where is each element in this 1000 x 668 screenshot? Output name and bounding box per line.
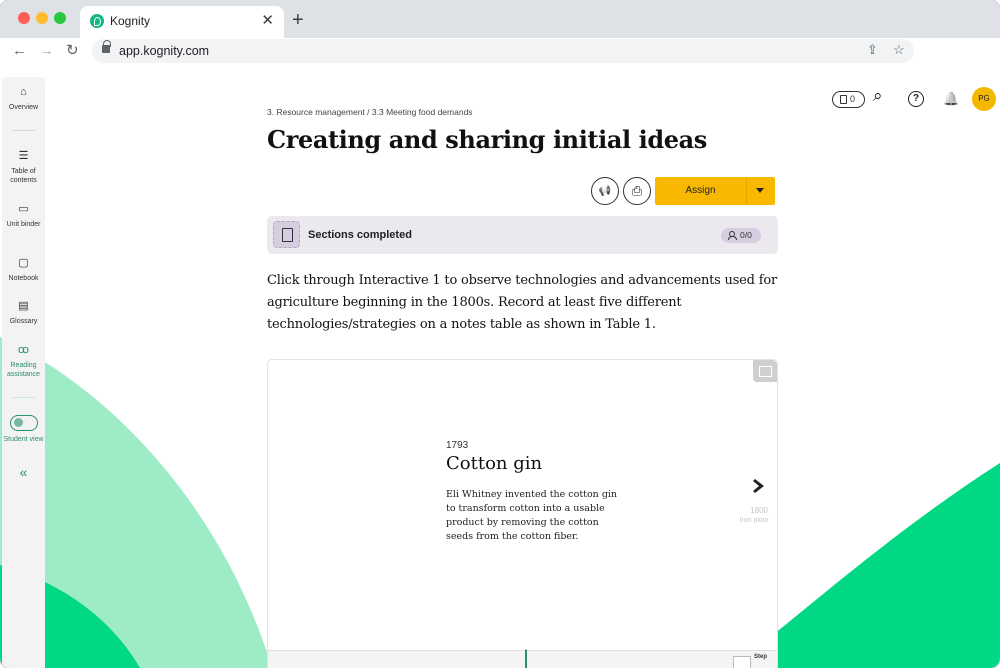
completion-badge: 0/0 bbox=[721, 228, 761, 243]
sidebar-item-table-of-contents[interactable]: ☰ Table of contents bbox=[2, 149, 45, 185]
tab-strip: Kognity ✕ + bbox=[0, 0, 1000, 38]
assign-button-group: Assign bbox=[655, 177, 775, 205]
home-icon: ⌂ bbox=[20, 86, 27, 98]
timeline-tick bbox=[520, 644, 532, 650]
url-text: app.kognity.com bbox=[119, 44, 210, 58]
person-check-icon bbox=[728, 231, 737, 240]
minimize-window-button[interactable] bbox=[36, 12, 48, 24]
avatar[interactable]: PG bbox=[972, 87, 996, 111]
timeline-strip[interactable] bbox=[268, 650, 777, 668]
next-item-title: Iron plow bbox=[739, 517, 768, 524]
sidebar-collapse-button[interactable]: « bbox=[2, 465, 45, 479]
sidebar-item-glossary[interactable]: ▤ Glossary bbox=[2, 299, 45, 326]
printer-icon: ⎙ bbox=[631, 183, 643, 198]
timeline-item-description: Eli Whitney invented the cotton gin to t… bbox=[446, 489, 618, 542]
address-bar[interactable]: app.kognity.com ⇪ ☆ bbox=[92, 39, 914, 63]
assignments-counter[interactable]: 0 bbox=[832, 91, 865, 108]
sidebar-item-label: Overview bbox=[8, 104, 39, 111]
next-item-year: 1800 bbox=[750, 506, 768, 515]
sidebar-divider bbox=[12, 130, 35, 131]
kognity-favicon-icon bbox=[90, 14, 104, 28]
list-icon: ☰ bbox=[18, 150, 29, 162]
lock-icon bbox=[102, 40, 111, 53]
bell-icon[interactable]: 🔔 bbox=[943, 90, 959, 108]
glasses-icon: ꝏ bbox=[17, 344, 30, 356]
sidebar-item-student-view[interactable]: Student view bbox=[2, 415, 45, 444]
search-icon[interactable]: ⌕ bbox=[873, 87, 883, 105]
breadcrumb[interactable]: 3. Resource management / 3.3 Meeting foo… bbox=[267, 107, 473, 117]
folder-icon: ▭ bbox=[18, 203, 29, 215]
share-icon[interactable]: ⇪ bbox=[867, 42, 878, 58]
sections-completed-bar[interactable]: Sections completed 0/0 bbox=[267, 216, 778, 254]
new-tab-button[interactable]: + bbox=[292, 9, 304, 31]
maximize-window-button[interactable] bbox=[54, 12, 66, 24]
strip-thumbnail[interactable] bbox=[733, 656, 751, 668]
browser-tab[interactable]: Kognity ✕ bbox=[80, 6, 284, 38]
browser-toolbar: ← → ↻ app.kognity.com ⇪ ☆ bbox=[0, 38, 1000, 65]
browser-window: Kognity ✕ + ← → ↻ app.kognity.com ⇪ ☆ ⌂ … bbox=[0, 0, 1000, 668]
book-icon bbox=[273, 221, 300, 248]
kognity-page: ⌂ Overview ☰ Table of contents ▭ Unit bi… bbox=[0, 65, 1000, 668]
chevron-right-shape bbox=[753, 479, 764, 493]
chevron-down-icon[interactable] bbox=[756, 188, 764, 193]
double-chevron-left-icon: « bbox=[19, 464, 28, 480]
tab-close-icon[interactable]: ✕ bbox=[261, 12, 274, 30]
sidebar-divider bbox=[12, 397, 35, 398]
sidebar-item-notebook[interactable]: ▢ Notebook bbox=[2, 256, 45, 283]
intro-paragraph: Click through Interactive 1 to observe t… bbox=[267, 273, 777, 332]
assignments-count: 0 bbox=[850, 94, 856, 104]
sidebar-item-label: Glossary bbox=[9, 318, 38, 325]
sidebar-item-overview[interactable]: ⌂ Overview bbox=[2, 85, 45, 112]
assign-divider bbox=[746, 177, 747, 205]
left-sidebar: ⌂ Overview ☰ Table of contents ▭ Unit bi… bbox=[2, 77, 45, 668]
clipboard-icon bbox=[840, 95, 847, 104]
student-view-toggle[interactable] bbox=[9, 415, 38, 431]
strip-label: Step bbox=[754, 654, 768, 660]
page-title: Creating and sharing initial ideas bbox=[267, 125, 707, 154]
forward-button[interactable]: → bbox=[39, 40, 54, 62]
fullscreen-icon[interactable] bbox=[753, 360, 777, 382]
sidebar-item-label: Reading assistance bbox=[6, 362, 41, 378]
tab-title: Kognity bbox=[110, 14, 151, 28]
sidebar-item-label: Unit binder bbox=[6, 221, 41, 228]
completion-count: 0/0 bbox=[740, 230, 752, 240]
sidebar-item-label: Student view bbox=[3, 436, 44, 443]
help-icon[interactable]: ? bbox=[908, 91, 924, 107]
bookmark-star-icon[interactable]: ☆ bbox=[893, 42, 905, 58]
sections-completed-label: Sections completed bbox=[308, 229, 412, 241]
assign-button[interactable]: Assign bbox=[655, 177, 746, 205]
close-window-button[interactable] bbox=[18, 12, 30, 24]
glossary-book-icon: ▤ bbox=[18, 300, 29, 312]
reload-button[interactable]: ↻ bbox=[66, 40, 79, 62]
interactive-timeline[interactable]: 1793 Cotton gin Eli Whitney invented the… bbox=[267, 359, 778, 668]
print-button[interactable]: ⎙ bbox=[623, 177, 651, 205]
sidebar-item-reading-assistance[interactable]: ꝏ Reading assistance bbox=[2, 343, 45, 379]
sidebar-item-label: Notebook bbox=[8, 275, 39, 282]
chevron-right-icon[interactable] bbox=[753, 478, 766, 494]
timeline-item-year: 1793 bbox=[446, 440, 469, 451]
announce-button[interactable]: 📢 bbox=[591, 177, 619, 205]
megaphone-icon: 📢 bbox=[598, 186, 612, 197]
sidebar-item-unit-binder[interactable]: ▭ Unit binder bbox=[2, 202, 45, 229]
notebook-icon: ▢ bbox=[18, 257, 29, 269]
back-button[interactable]: ← bbox=[12, 40, 27, 62]
sidebar-item-label: Table of contents bbox=[10, 168, 37, 184]
timeline-item-title: Cotton gin bbox=[446, 453, 543, 474]
